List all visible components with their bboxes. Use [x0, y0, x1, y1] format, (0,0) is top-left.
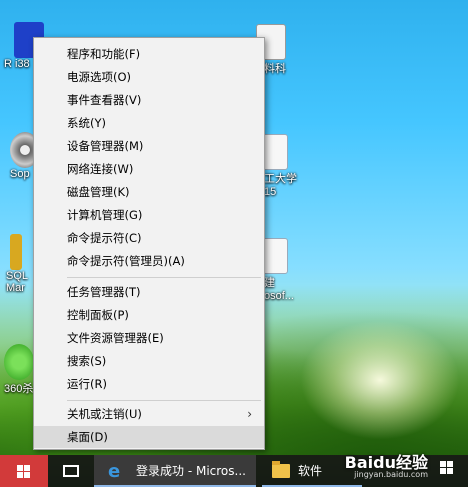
task-view-icon: [63, 465, 79, 477]
folder-icon: [272, 461, 290, 478]
desktop-icon-label-2: 15: [264, 186, 277, 198]
menu-separator: [67, 277, 261, 278]
menu-item-run[interactable]: 运行(R): [34, 373, 264, 395]
menu-item-device-manager[interactable]: 设备管理器(M): [34, 135, 264, 157]
desktop-icon-label: 料科: [264, 63, 286, 75]
menu-item-power-options[interactable]: 电源选项(O): [34, 66, 264, 88]
chevron-right-icon: ›: [247, 407, 252, 421]
menu-item-search[interactable]: 搜索(S): [34, 350, 264, 372]
edge-browser-icon: e: [108, 461, 121, 482]
wallpaper-sunlight: [300, 320, 460, 440]
action-center-icon[interactable]: [440, 461, 454, 475]
taskbar: e 登录成功 - Micros... 软件 Baidu经验 jingyan.ba…: [0, 453, 468, 487]
menu-item-system[interactable]: 系统(Y): [34, 112, 264, 134]
database-app-icon: [10, 234, 22, 270]
winx-context-menu: 程序和功能(F) 电源选项(O) 事件查看器(V) 系统(Y) 设备管理器(M)…: [33, 37, 265, 450]
shield-app-icon: [4, 344, 34, 380]
desktop-icon-label: 建: [264, 277, 275, 289]
menu-item-computer-management[interactable]: 计算机管理(G): [34, 204, 264, 226]
menu-item-network-connections[interactable]: 网络连接(W): [34, 158, 264, 180]
menu-item-desktop[interactable]: 桌面(D): [34, 426, 264, 448]
baidu-watermark: Baidu经验 jingyan.baidu.com: [344, 449, 464, 487]
menu-item-programs-features[interactable]: 程序和功能(F): [34, 43, 264, 65]
desktop-icon-label-2: osof...: [264, 290, 294, 302]
menu-item-disk-management[interactable]: 磁盘管理(K): [34, 181, 264, 203]
windows-logo-icon: [17, 465, 31, 478]
taskbar-edge-window[interactable]: e 登录成功 - Micros...: [94, 455, 256, 487]
menu-item-event-viewer[interactable]: 事件查看器(V): [34, 89, 264, 111]
menu-item-task-manager[interactable]: 任务管理器(T): [34, 281, 264, 303]
menu-item-file-explorer[interactable]: 文件资源管理器(E): [34, 327, 264, 349]
menu-item-command-prompt-admin[interactable]: 命令提示符(管理员)(A): [34, 250, 264, 272]
menu-item-label: 关机或注销(U): [67, 407, 142, 421]
menu-item-command-prompt[interactable]: 命令提示符(C): [34, 227, 264, 249]
taskbar-window-title: 登录成功 - Micros...: [136, 464, 246, 478]
menu-item-shutdown-signout[interactable]: 关机或注销(U) ›: [34, 403, 264, 425]
menu-item-control-panel[interactable]: 控制面板(P): [34, 304, 264, 326]
taskbar-window-title: 软件: [298, 464, 323, 478]
desktop-icon-label: 工大学: [264, 173, 297, 185]
watermark-url: jingyan.baidu.com: [354, 470, 428, 479]
task-view-button[interactable]: [48, 455, 94, 487]
menu-separator: [67, 400, 261, 401]
start-button[interactable]: [0, 455, 48, 487]
